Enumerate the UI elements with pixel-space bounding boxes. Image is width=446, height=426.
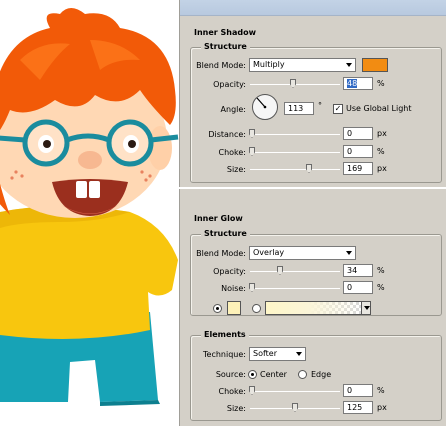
- glow-blend-mode-value: Overlay: [253, 248, 285, 257]
- opacity-label: Opacity:: [213, 80, 246, 89]
- use-global-light-checkbox[interactable]: ✓: [333, 104, 343, 114]
- angle-unit: °: [318, 101, 322, 110]
- glow-choke-value: 0: [347, 386, 353, 395]
- inner-glow-panel: Inner Glow Structure Blend Mode: Overlay…: [179, 189, 446, 426]
- elements-title: Elements: [201, 330, 249, 339]
- inner-glow-structure-title: Structure: [201, 229, 250, 238]
- size-slider[interactable]: [250, 164, 340, 173]
- size-value: 169: [347, 164, 363, 173]
- distance-slider[interactable]: [249, 129, 340, 138]
- opacity-slider[interactable]: [250, 79, 340, 88]
- chevron-down-icon: [364, 306, 370, 310]
- angle-value: 113: [288, 104, 304, 113]
- glow-choke-unit: %: [377, 386, 385, 395]
- glow-size-unit: px: [377, 403, 387, 412]
- blend-mode-value: Multiply: [253, 60, 285, 69]
- inner-glow-title: Inner Glow: [194, 214, 243, 223]
- source-center-radio[interactable]: [248, 370, 257, 379]
- angle-dial-needle: [256, 97, 267, 109]
- glow-size-slider[interactable]: [250, 403, 340, 412]
- choke-value: 0: [347, 147, 353, 156]
- size-input[interactable]: 169: [343, 162, 373, 175]
- panel-top-strip: [180, 0, 446, 16]
- chevron-down-icon: [346, 63, 352, 67]
- angle-input[interactable]: 113: [284, 102, 314, 115]
- source-edge-radio[interactable]: [298, 370, 307, 379]
- shadow-color-swatch[interactable]: [362, 58, 388, 72]
- opacity-unit: %: [377, 79, 385, 88]
- choke-slider[interactable]: [249, 147, 340, 156]
- glow-blend-mode-select[interactable]: Overlay: [249, 246, 356, 260]
- noise-slider[interactable]: [249, 283, 340, 292]
- size-label: Size:: [226, 165, 246, 174]
- technique-select[interactable]: Softer: [249, 347, 306, 361]
- glow-blend-mode-label: Blend Mode:: [196, 249, 246, 258]
- cartoon-boy-illustration: [0, 0, 179, 426]
- distance-input[interactable]: 0: [343, 127, 373, 140]
- distance-value: 0: [347, 129, 353, 138]
- opacity-value: 48: [347, 79, 358, 88]
- noise-input[interactable]: 0: [343, 281, 373, 294]
- glow-opacity-slider[interactable]: [250, 266, 340, 275]
- glow-opacity-input[interactable]: 34: [343, 264, 373, 277]
- choke-input[interactable]: 0: [343, 145, 373, 158]
- distance-label: Distance:: [208, 130, 246, 139]
- glow-gradient-picker[interactable]: [265, 301, 362, 315]
- opacity-input[interactable]: 48: [343, 77, 373, 90]
- cartoon-boy-image: [0, 8, 179, 406]
- glow-gradient-radio[interactable]: [252, 304, 261, 313]
- glow-opacity-value: 34: [347, 266, 358, 275]
- glow-color-swatch[interactable]: [227, 301, 241, 315]
- blend-mode-select[interactable]: Multiply: [249, 58, 356, 72]
- glow-opacity-unit: %: [377, 266, 385, 275]
- chevron-down-icon: [296, 352, 302, 356]
- technique-value: Softer: [253, 349, 277, 358]
- choke-unit: %: [377, 147, 385, 156]
- angle-label: Angle:: [220, 105, 246, 114]
- noise-value: 0: [347, 283, 353, 292]
- angle-dial[interactable]: [252, 94, 278, 120]
- noise-unit: %: [377, 283, 385, 292]
- glow-size-value: 125: [347, 403, 363, 412]
- distance-unit: px: [377, 129, 387, 138]
- source-label: Source:: [215, 370, 246, 379]
- noise-label: Noise:: [221, 284, 246, 293]
- glow-gradient-dropdown[interactable]: [361, 301, 371, 315]
- structure-title: Structure: [201, 42, 250, 51]
- use-global-light-label: Use Global Light: [346, 104, 412, 113]
- size-unit: px: [377, 164, 387, 173]
- glow-choke-label: Choke:: [218, 387, 246, 396]
- blend-mode-label: Blend Mode:: [196, 61, 246, 70]
- source-center-label: Center: [260, 370, 287, 379]
- source-edge-label: Edge: [311, 370, 332, 379]
- inner-shadow-panel: Inner Shadow Structure Blend Mode: Multi…: [179, 0, 446, 187]
- glow-opacity-label: Opacity:: [213, 267, 246, 276]
- glow-choke-slider[interactable]: [249, 386, 340, 395]
- glow-size-label: Size:: [226, 404, 246, 413]
- technique-label: Technique:: [203, 350, 246, 359]
- choke-label: Choke:: [218, 148, 246, 157]
- glow-color-radio[interactable]: [213, 304, 222, 313]
- glow-size-input[interactable]: 125: [343, 401, 373, 414]
- inner-shadow-title: Inner Shadow: [194, 28, 256, 37]
- chevron-down-icon: [346, 251, 352, 255]
- glow-choke-input[interactable]: 0: [343, 384, 373, 397]
